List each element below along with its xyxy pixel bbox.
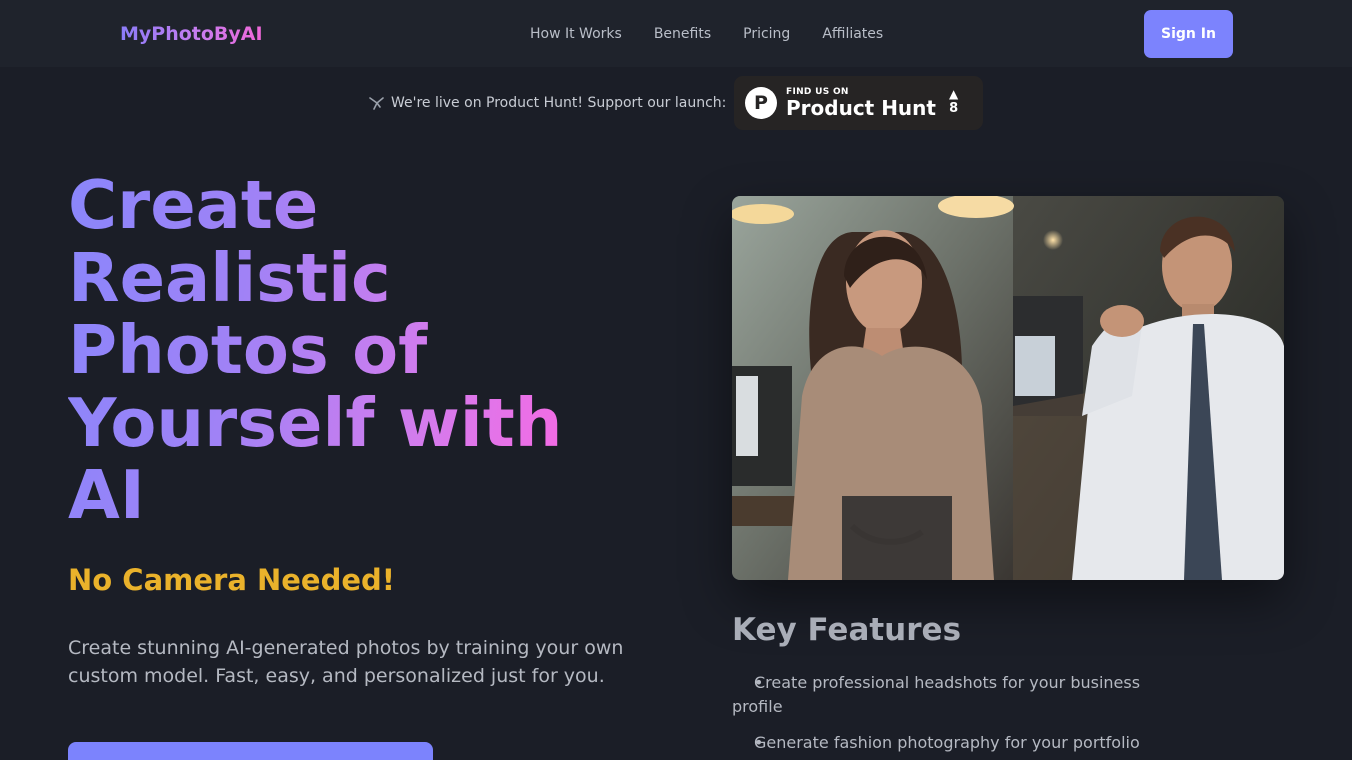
top-navbar: MyPhotoByAI How It Works Benefits Pricin…	[0, 0, 1352, 67]
bird-icon	[369, 97, 384, 110]
key-features-title: Key Features	[732, 612, 962, 648]
nav-how-it-works[interactable]: How It Works	[530, 24, 622, 44]
badge-product-hunt: Product Hunt	[786, 95, 936, 120]
launch-text: We're live on Product Hunt! Support our …	[391, 95, 727, 111]
sample-photos-image	[732, 196, 1284, 580]
sign-in-button[interactable]: Sign In	[1144, 10, 1233, 58]
get-started-button[interactable]	[68, 742, 433, 760]
sample-photos	[732, 196, 1284, 580]
hero-title: Create Realistic Photos of Yourself with…	[68, 169, 658, 532]
upvote-arrow-icon: ▲	[949, 87, 959, 101]
nav-links: How It Works Benefits Pricing Affiliates	[530, 24, 915, 44]
upvote-counter: ▲ 8	[949, 87, 958, 117]
nav-benefits[interactable]: Benefits	[654, 24, 711, 44]
features-list: Create professional headshots for your b…	[732, 671, 1152, 760]
nav-affiliates[interactable]: Affiliates	[822, 24, 883, 44]
badge-find-us: FIND US ON	[786, 86, 849, 97]
launch-banner: We're live on Product Hunt! Support our …	[368, 93, 726, 113]
product-hunt-logo-icon: P	[745, 87, 777, 119]
feature-item: Generate fashion photography for your po…	[732, 731, 1152, 755]
upvote-count: 8	[949, 101, 959, 116]
feature-item: Create professional headshots for your b…	[732, 671, 1152, 719]
nav-pricing[interactable]: Pricing	[743, 24, 790, 44]
product-hunt-badge[interactable]: P FIND US ON Product Hunt ▲ 8	[734, 76, 983, 130]
hero-subtitle: Create stunning AI-generated photos by t…	[68, 637, 624, 687]
hero-tagline: No Camera Needed!	[68, 563, 396, 597]
logo[interactable]: MyPhotoByAI	[120, 21, 263, 47]
